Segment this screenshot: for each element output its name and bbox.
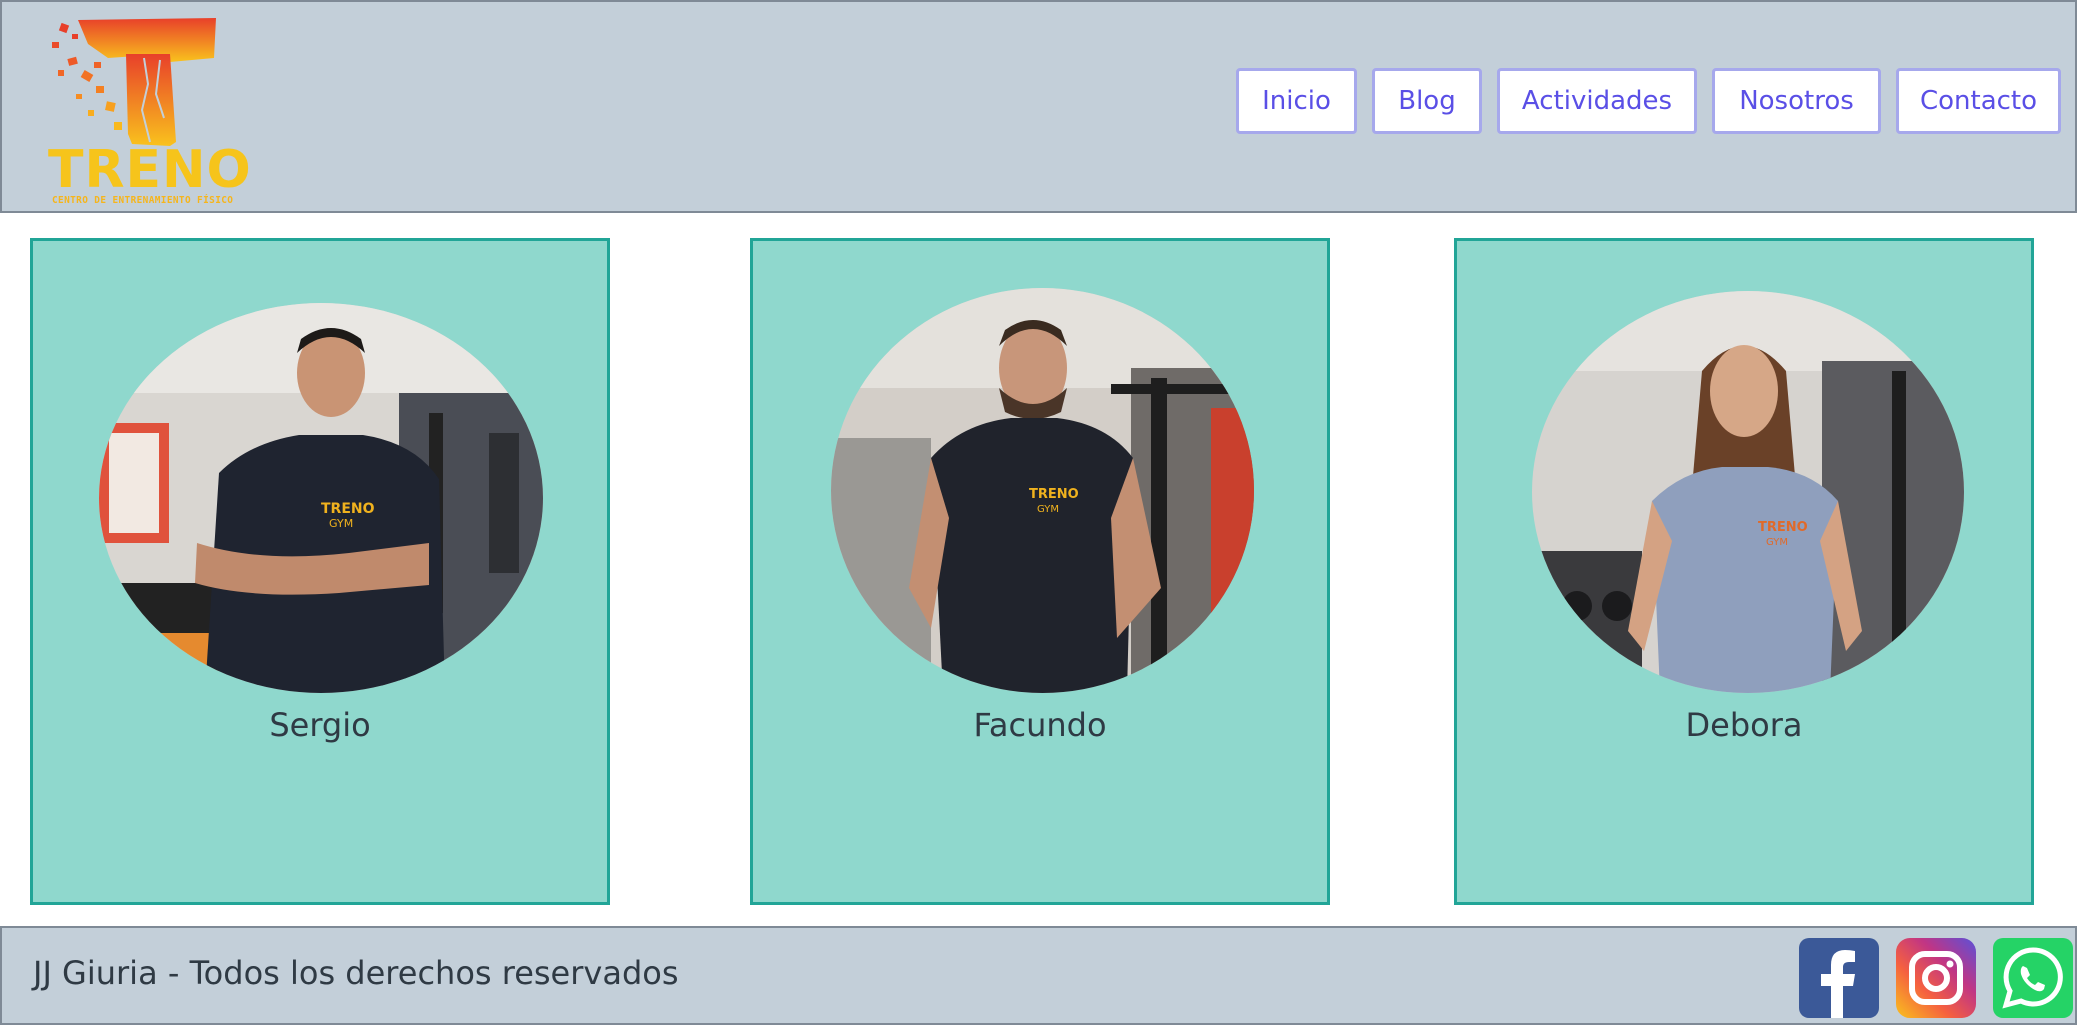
team-name-sergio: Sergio xyxy=(269,706,371,744)
svg-text:TRENO: TRENO xyxy=(1758,520,1808,535)
svg-text:TRENO: TRENO xyxy=(1029,487,1079,502)
nav-contacto-button[interactable]: Contacto xyxy=(1896,68,2061,134)
nav-nosotros-button[interactable]: Nosotros xyxy=(1712,68,1881,134)
instagram-icon[interactable] xyxy=(1896,938,1976,1018)
svg-text:TRENO: TRENO xyxy=(321,501,375,517)
treno-t-icon xyxy=(52,18,216,146)
site-header: TRENO CENTRO DE ENTRENAMIENTO FÍSICO Ini… xyxy=(0,0,2077,213)
logo-wordmark: TRENO xyxy=(48,140,252,200)
nav-inicio-button[interactable]: Inicio xyxy=(1236,68,1357,134)
nav-actividades-button[interactable]: Actividades xyxy=(1497,68,1697,134)
svg-text:GYM: GYM xyxy=(1766,537,1788,548)
team-name-facundo: Facundo xyxy=(973,706,1107,744)
facebook-icon[interactable] xyxy=(1799,938,1879,1018)
svg-text:GYM: GYM xyxy=(329,517,353,530)
page: TRENO CENTRO DE ENTRENAMIENTO FÍSICO Ini… xyxy=(0,0,2080,1032)
team-card-debora: TRENO GYM Debora xyxy=(1454,238,2034,905)
treno-logo[interactable]: TRENO CENTRO DE ENTRENAMIENTO FÍSICO xyxy=(48,14,252,210)
team-photo-sergio: TRENO GYM xyxy=(99,303,543,693)
logo-tagline: CENTRO DE ENTRENAMIENTO FÍSICO xyxy=(52,195,234,206)
team-photo-facundo: TRENO GYM xyxy=(831,288,1254,693)
copyright-text: JJ Giuria - Todos los derechos reservado… xyxy=(33,954,679,992)
team-card-sergio: TRENO GYM Sergio xyxy=(30,238,610,905)
whatsapp-icon[interactable] xyxy=(1993,938,2073,1018)
svg-text:GYM: GYM xyxy=(1037,504,1059,515)
nav-blog-button[interactable]: Blog xyxy=(1372,68,1482,134)
site-footer: JJ Giuria - Todos los derechos reservado… xyxy=(0,926,2077,1025)
team-name-debora: Debora xyxy=(1685,706,1803,744)
team-photo-debora: TRENO GYM xyxy=(1532,291,1964,693)
team-card-facundo: TRENO GYM Facundo xyxy=(750,238,1330,905)
